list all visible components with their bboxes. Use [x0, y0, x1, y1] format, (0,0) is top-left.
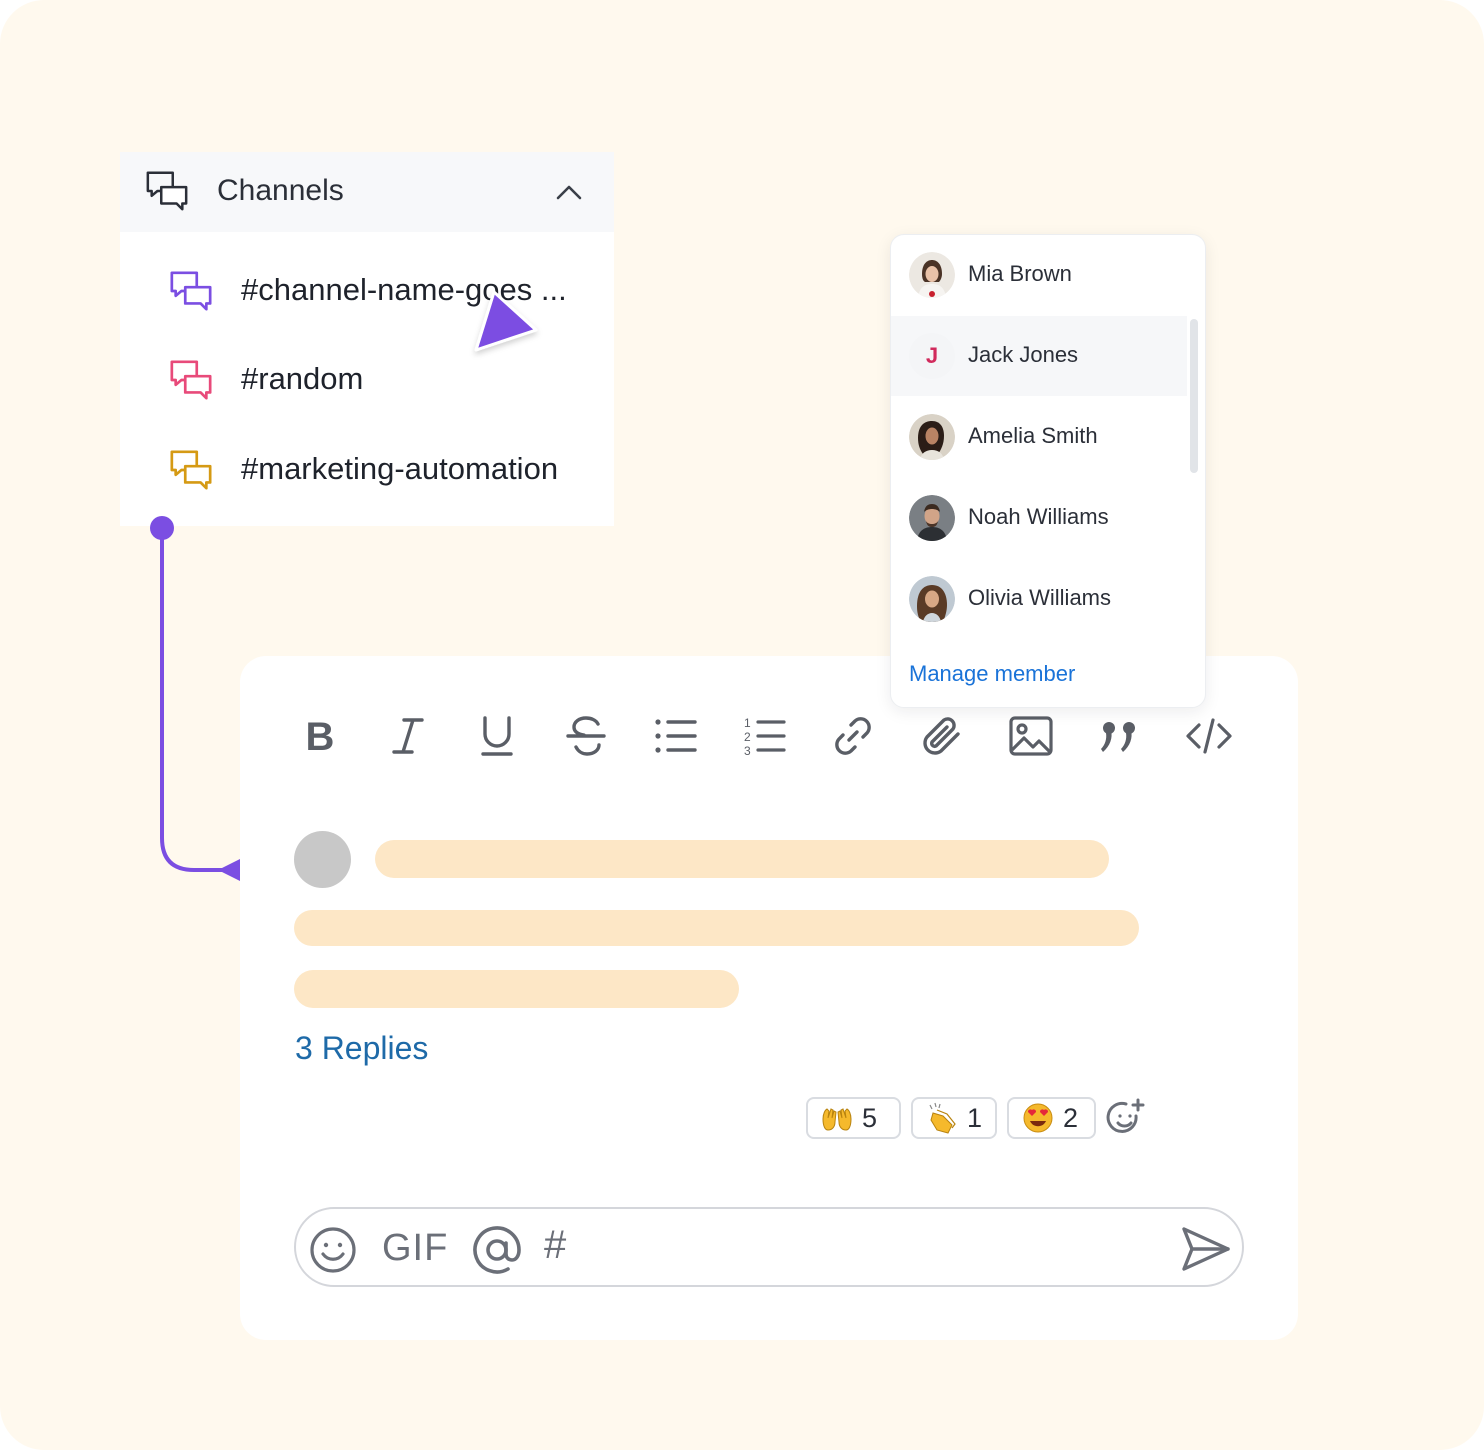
mention-icon[interactable]: [470, 1223, 524, 1277]
bold-button[interactable]: B: [292, 704, 348, 768]
member-row[interactable]: J Jack Jones: [891, 316, 1187, 396]
reaction-count: 2: [1063, 1102, 1079, 1133]
chevron-up-icon[interactable]: [554, 178, 584, 206]
chat-bubbles-icon: [146, 171, 188, 211]
code-icon: [1186, 718, 1232, 754]
member-initial-avatar: J: [909, 333, 955, 379]
member-avatar: [909, 576, 955, 622]
bulleted-list-button[interactable]: [647, 704, 703, 768]
member-avatar: [909, 252, 955, 298]
svg-text:3: 3: [744, 744, 751, 758]
replies-link[interactable]: 3 Replies: [295, 1030, 428, 1067]
underline-icon: [481, 716, 513, 756]
link-icon: [835, 717, 871, 755]
cursor-pointer-icon: [474, 290, 538, 352]
members-dropdown: Mia Brown J Jack Jones Amelia Smith Noah…: [890, 234, 1206, 708]
member-row[interactable]: Noah Williams: [891, 478, 1187, 558]
gif-button[interactable]: GIF: [382, 1227, 448, 1270]
quote-button[interactable]: [1092, 704, 1148, 768]
quote-icon: [1101, 722, 1135, 752]
link-button[interactable]: [825, 704, 881, 768]
member-name: Noah Williams: [968, 504, 1109, 529]
add-reaction-icon[interactable]: [1106, 1098, 1146, 1138]
channel-chat-icon: [170, 450, 212, 490]
channel-label: #random: [241, 361, 364, 396]
message-skeleton-line: [375, 840, 1109, 878]
member-row[interactable]: Olivia Williams: [891, 559, 1187, 639]
reaction-count: 5: [862, 1102, 878, 1133]
image-icon: [1009, 716, 1053, 756]
reaction-heart-eyes[interactable]: 2: [1007, 1097, 1096, 1139]
member-name: Mia Brown: [968, 261, 1072, 286]
svg-text:2: 2: [744, 730, 751, 744]
thread-connector: [150, 516, 242, 882]
message-composer[interactable]: GIF #: [294, 1207, 1244, 1287]
reaction-raising-hands[interactable]: 5: [806, 1097, 901, 1139]
clapping-hands-icon: [929, 1102, 956, 1134]
member-name: Amelia Smith: [968, 423, 1098, 448]
message-avatar: [294, 831, 351, 888]
heart-eyes-icon: [1023, 1103, 1053, 1133]
strikethrough-button[interactable]: [558, 704, 614, 768]
channel-tag-button[interactable]: #: [544, 1223, 566, 1268]
reaction-count: 1: [967, 1102, 983, 1133]
member-row[interactable]: Mia Brown: [891, 235, 1187, 315]
send-icon[interactable]: [1180, 1225, 1232, 1273]
underline-button[interactable]: [469, 704, 525, 768]
image-button[interactable]: [1003, 704, 1059, 768]
raising-hands-icon: [822, 1108, 852, 1131]
bold-icon: B: [306, 715, 335, 759]
message-skeleton-line: [294, 910, 1139, 946]
members-scrollbar[interactable]: [1190, 319, 1198, 473]
channels-header[interactable]: Channels: [120, 152, 614, 232]
member-name: Jack Jones: [968, 342, 1079, 367]
reactions-bar: 5 1 2: [806, 1097, 1146, 1139]
manage-member-link[interactable]: Manage member: [909, 661, 1075, 687]
italic-icon: [392, 718, 424, 754]
numbered-list-button[interactable]: 123: [736, 704, 792, 768]
member-row[interactable]: Amelia Smith: [891, 397, 1187, 477]
code-button[interactable]: [1181, 704, 1237, 768]
bulleted-list-icon: [655, 719, 697, 753]
member-avatar: [909, 495, 955, 541]
emoji-icon[interactable]: [308, 1225, 358, 1275]
channel-chat-icon: [170, 360, 212, 400]
message-skeleton-line: [294, 970, 739, 1008]
channel-label: #marketing-automation: [241, 451, 559, 486]
channel-chat-icon: [170, 271, 212, 311]
reaction-clapping-hands[interactable]: 1: [911, 1097, 997, 1139]
svg-text:B: B: [306, 715, 335, 759]
channel-item-2[interactable]: #marketing-automation: [120, 439, 614, 503]
message-editor-card: B 123 3 Replies 5 1 2 GIF #: [240, 656, 1298, 1340]
svg-text:1: 1: [744, 716, 751, 730]
channels-title: Channels: [217, 174, 344, 207]
italic-button[interactable]: [380, 704, 436, 768]
member-avatar: [909, 414, 955, 460]
member-name: Olivia Williams: [968, 585, 1111, 610]
numbered-list-icon: 123: [744, 716, 786, 758]
strikethrough-icon: [566, 716, 606, 756]
attachment-icon: [923, 717, 960, 755]
attachment-button[interactable]: [914, 704, 970, 768]
